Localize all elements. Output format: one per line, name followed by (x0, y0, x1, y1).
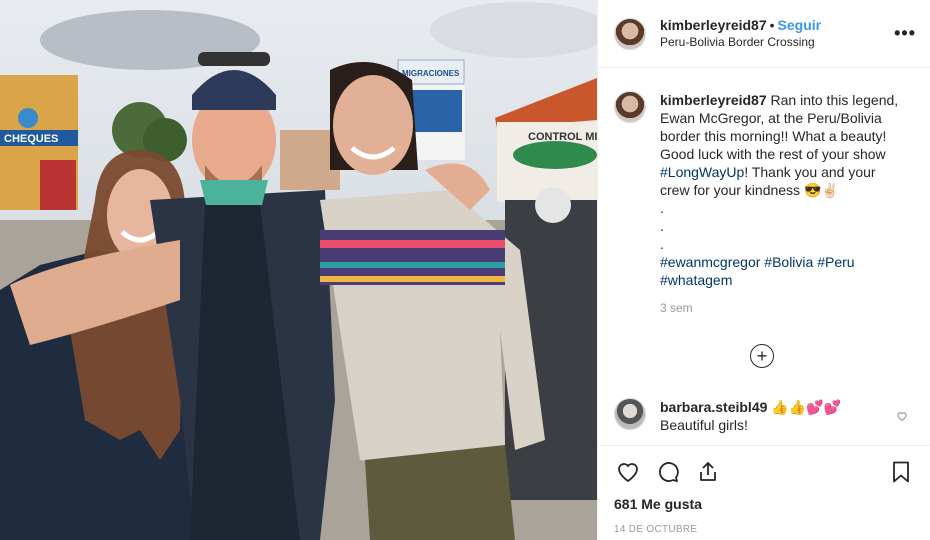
caption-hashtags: #ewanmcgregor #Bolivia #Peru #whatagem (660, 253, 905, 289)
caption-dot-1: . (660, 200, 664, 216)
sign-cheques: CHEQUES (4, 133, 58, 145)
commenter-username[interactable]: barbara.steibl49 (660, 399, 767, 415)
caption-dot-2: . (660, 218, 664, 234)
hashtag-longwayup[interactable]: #LongWayUp (660, 164, 744, 180)
caption-time[interactable]: 3 sem (660, 299, 905, 317)
likes-count[interactable]: 681 Me gusta (614, 496, 915, 512)
comment-icon[interactable] (654, 458, 682, 486)
post-photo[interactable]: CHEQUES MIGRACIONES CONTROL MIGRA (0, 0, 597, 540)
caption: kimberleyreid87 Ran into this legend, Ew… (598, 68, 930, 317)
action-bar: 681 Me gusta 14 DE OCTUBRE (598, 445, 930, 535)
caption-dot-3: . (660, 236, 664, 252)
share-icon[interactable] (694, 458, 722, 486)
post-header: kimberleyreid87 • Seguir Peru-Bolivia Bord… (598, 0, 930, 68)
comment-text: barbara.steibl49 👍👍💕💕 Beautiful girls! (660, 398, 914, 434)
caption-avatar[interactable] (614, 91, 646, 123)
hashtag-whatagem[interactable]: #whatagem (660, 272, 732, 288)
post-sidebar: kimberleyreid87 • Seguir Peru-Bolivia Bord… (597, 0, 930, 540)
hashtag-bolivia[interactable]: #Bolivia (764, 254, 813, 270)
bookmark-icon[interactable] (887, 458, 915, 486)
author-username[interactable]: kimberleyreid87 (660, 17, 767, 33)
instagram-post: CHEQUES MIGRACIONES CONTROL MIGRA (0, 0, 930, 540)
avatar[interactable] (614, 17, 646, 50)
photo-illustration: CHEQUES MIGRACIONES CONTROL MIGRA (0, 0, 597, 540)
commenter-avatar[interactable] (614, 398, 646, 430)
load-more-comments-button[interactable]: + (750, 344, 774, 368)
heart-icon[interactable] (614, 458, 642, 486)
follow-button[interactable]: Seguir (778, 17, 822, 33)
sign-control: CONTROL MIGRA (528, 131, 597, 143)
hashtag-peru[interactable]: #Peru (817, 254, 854, 270)
caption-username[interactable]: kimberleyreid87 (660, 92, 767, 108)
comment-body: Beautiful girls! (660, 417, 748, 433)
hashtag-ewanmcgregor[interactable]: #ewanmcgregor (660, 254, 760, 270)
comment-item: barbara.steibl49 👍👍💕💕 Beautiful girls! (614, 398, 914, 434)
comment-like-icon[interactable] (896, 410, 908, 425)
post-date[interactable]: 14 DE OCTUBRE (614, 524, 915, 535)
sign-migraciones: MIGRACIONES (402, 69, 460, 78)
comment-emojis: 👍👍💕💕 (767, 399, 842, 415)
caption-text: kimberleyreid87 Ran into this legend, Ew… (660, 91, 905, 317)
separator-dot: • (769, 16, 775, 33)
location-link[interactable]: Peru-Bolivia Border Crossing (660, 34, 892, 51)
post-author: kimberleyreid87 • Seguir Peru-Bolivia Bord… (660, 17, 892, 51)
more-options-button[interactable]: ••• (892, 23, 916, 44)
